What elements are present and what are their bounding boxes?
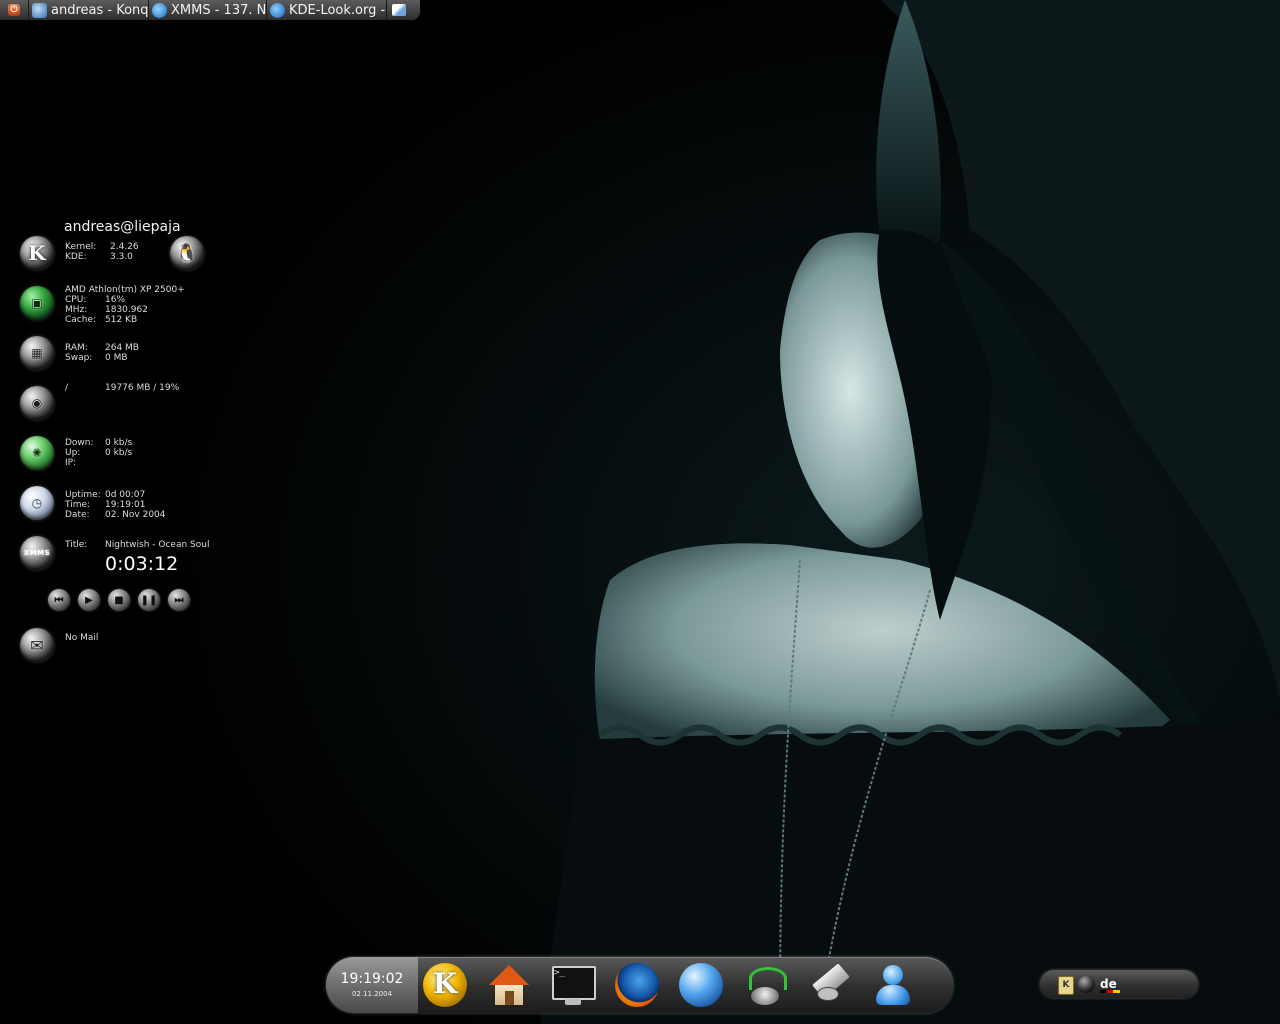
browser-globe-icon xyxy=(679,963,723,1007)
previous-icon: ⏮ xyxy=(54,594,64,606)
kernel-label: Kernel: xyxy=(65,242,97,252)
bomb-icon[interactable] xyxy=(1078,976,1095,993)
application-dock: 19:19:02 02.11.2004 >_ xyxy=(326,957,953,1013)
kde-version: 3.3.0 xyxy=(110,252,133,262)
xmms-pause-button[interactable]: ❚❚ xyxy=(138,589,160,611)
xmms-stop-button[interactable]: ■ xyxy=(108,589,130,611)
xmms-title-label: Title: xyxy=(65,540,88,550)
user-button[interactable] xyxy=(868,961,918,1009)
task-label: KDE-Look.org - xyxy=(289,2,386,18)
cpu-chip-icon: ▣ xyxy=(20,286,54,320)
tux-icon: 🐧 xyxy=(170,236,204,270)
mhz-label: MHz: xyxy=(65,305,88,315)
kde-menu-icon xyxy=(423,963,467,1007)
task-button-browser[interactable]: KDE-Look.org - xyxy=(267,0,387,20)
stop-icon: ■ xyxy=(114,594,124,606)
next-icon: ⏭ xyxy=(174,594,184,606)
terminal-prompt: >_ xyxy=(554,968,565,978)
taskbar: ⏻ andreas - Konq XMMS - 137. Nig KDE-Loo… xyxy=(0,0,420,20)
xmms-song-title: Nightwish - Ocean Soul xyxy=(105,540,210,550)
browser-button[interactable] xyxy=(676,961,726,1009)
xmms-next-button[interactable]: ⏭ xyxy=(168,589,190,611)
system-tray: K de xyxy=(1040,970,1198,998)
logout-button[interactable]: ⏻ xyxy=(0,0,29,20)
dock-clock-date: 02.11.2004 xyxy=(351,990,393,998)
network-icon: ✺ xyxy=(20,436,54,470)
time-value: 19:19:01 xyxy=(105,500,146,510)
up-label: Up: xyxy=(65,448,81,458)
cpu-model: AMD Athlon(tm) XP 2500+ xyxy=(65,285,185,295)
tools-icon xyxy=(807,961,852,1007)
ip-label: IP: xyxy=(65,458,77,468)
terminal-icon: >_ xyxy=(551,963,596,1007)
uptime-label: Uptime: xyxy=(65,490,101,500)
disk-mount: / xyxy=(65,383,69,393)
play-icon: ▶ xyxy=(85,594,93,606)
user-icon xyxy=(871,963,915,1007)
home-icon xyxy=(487,963,531,1007)
down-label: Down: xyxy=(65,438,94,448)
window-list-button[interactable] xyxy=(387,0,411,20)
uptime-value: 0d 00:07 xyxy=(105,490,146,500)
keyboard-layout-label: de xyxy=(1100,977,1117,991)
kernel-value: 2.4.26 xyxy=(110,242,139,252)
desktop-wallpaper xyxy=(0,0,1280,1024)
xmms-icon xyxy=(152,2,167,18)
date-value: 02. Nov 2004 xyxy=(105,510,166,520)
cpu-usage: 16% xyxy=(105,295,126,305)
clock-icon: ◷ xyxy=(20,486,54,520)
xmms-previous-button[interactable]: ⏮ xyxy=(48,589,70,611)
kde-menu-button[interactable] xyxy=(420,961,470,1009)
task-label: XMMS - 137. Nig xyxy=(171,2,267,18)
cpu-mhz: 1830.962 xyxy=(105,305,148,315)
speaker-icon xyxy=(743,963,787,1007)
up-rate: 0 kb/s xyxy=(105,448,133,458)
xmms-elapsed-time: 0:03:12 xyxy=(105,553,179,575)
hard-disk-icon: ◉ xyxy=(20,386,54,420)
konqueror-icon xyxy=(32,2,47,18)
pause-icon: ❚❚ xyxy=(140,594,158,606)
task-label: andreas - Konq xyxy=(51,2,149,18)
ram-label: RAM: xyxy=(65,343,88,353)
power-icon: ⏻ xyxy=(8,4,20,16)
time-label: Time: xyxy=(65,500,91,510)
control-center-button[interactable] xyxy=(804,961,854,1009)
mail-status: No Mail xyxy=(65,633,99,643)
disk-usage: 19776 MB / 19% xyxy=(105,383,180,393)
mail-icon[interactable]: ✉ xyxy=(20,628,54,662)
cache-label: Cache: xyxy=(65,315,97,325)
swap-label: Swap: xyxy=(65,353,93,363)
xmms-logo-icon: XMMS xyxy=(20,536,54,570)
kde-label: KDE: xyxy=(65,252,87,262)
ram-value: 264 MB xyxy=(105,343,139,353)
firefox-button[interactable] xyxy=(612,961,662,1009)
down-rate: 0 kb/s xyxy=(105,438,133,448)
xmms-play-button[interactable]: ▶ xyxy=(78,589,100,611)
swap-value: 0 MB xyxy=(105,353,128,363)
dock-clock[interactable]: 19:19:02 02.11.2004 xyxy=(326,957,418,1013)
window-list-icon xyxy=(392,4,406,16)
memory-chip-icon: ▦ xyxy=(20,336,54,370)
mozilla-icon xyxy=(270,2,285,18)
hostname: andreas@liepaja xyxy=(64,219,181,235)
terminal-button[interactable]: >_ xyxy=(548,961,598,1009)
kde-logo-icon: K xyxy=(20,236,54,270)
dock-clock-time: 19:19:02 xyxy=(340,971,404,987)
firefox-icon xyxy=(615,963,659,1007)
cpu-cache: 512 KB xyxy=(105,315,138,325)
klipper-clipboard-icon[interactable]: K xyxy=(1058,976,1074,995)
sound-button[interactable] xyxy=(740,961,790,1009)
task-button-xmms[interactable]: XMMS - 137. Nig xyxy=(149,0,267,20)
keyboard-layout-indicator[interactable]: de xyxy=(1100,977,1120,993)
task-button-konqueror[interactable]: andreas - Konq xyxy=(29,0,149,20)
cpu-label: CPU: xyxy=(65,295,87,305)
date-label: Date: xyxy=(65,510,90,520)
home-folder-button[interactable] xyxy=(484,961,534,1009)
